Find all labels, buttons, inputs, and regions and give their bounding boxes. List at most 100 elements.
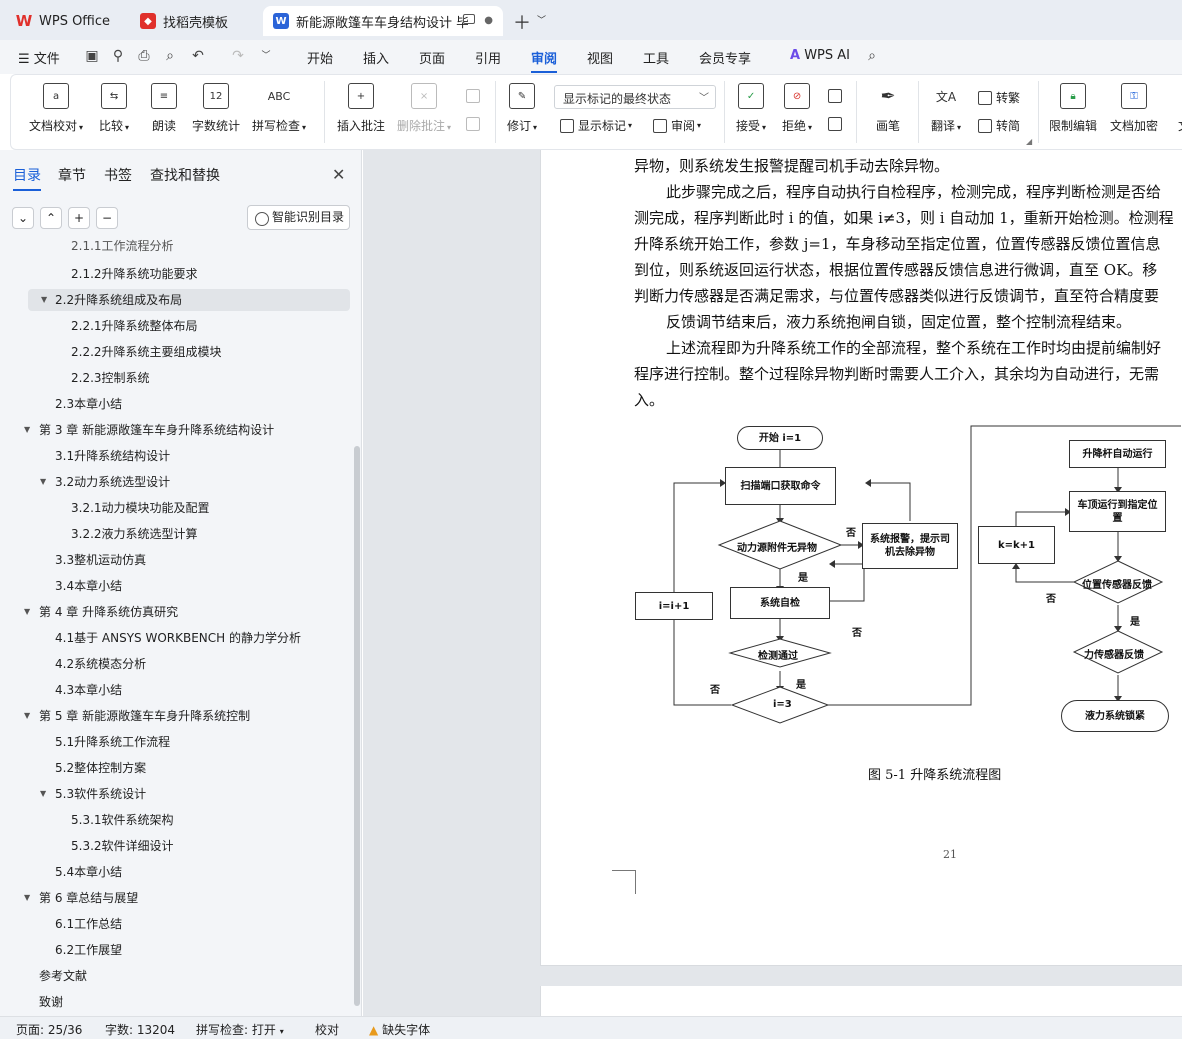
toc-item[interactable]: 2.3本章小结 [55, 393, 122, 415]
toc-item[interactable]: 2.2.2升降系统主要组成模块 [71, 341, 222, 363]
print-preview-icon[interactable]: ⌕ [162, 48, 178, 64]
toc-item[interactable]: 5.1升降系统工作流程 [55, 731, 170, 753]
page-indicator[interactable]: 页面: 25/36 [16, 1021, 82, 1038]
toc-item[interactable]: 致谢 [39, 991, 63, 1013]
toc-item[interactable]: 4.3本章小结 [55, 679, 122, 701]
close-panel-icon[interactable]: ✕ [332, 165, 345, 184]
wps-ai-button[interactable]: A WPS AI [790, 48, 850, 63]
to-traditional-button[interactable]: 转繁 [978, 89, 1020, 106]
read-aloud-button[interactable]: ≡ 朗读 [151, 83, 177, 134]
toc-item[interactable]: 5.2整体控制方案 [55, 757, 146, 779]
toc-item[interactable]: 5.3.2软件详细设计 [71, 835, 174, 857]
menu-insert[interactable]: 插入 [363, 48, 389, 67]
translate-button[interactable]: 文A 翻译 ▾ [931, 83, 961, 134]
tab-bookmark[interactable]: 书签 [104, 165, 132, 185]
insert-comment-button[interactable]: + 插入批注 [337, 83, 385, 134]
prev-comment-button[interactable] [466, 89, 484, 103]
toc-item[interactable]: 4.2系统模态分析 [55, 653, 146, 675]
redo-icon[interactable]: ↷ [230, 48, 246, 64]
toc-item[interactable]: 4.1基于 ANSYS WORKBENCH 的静力学分析 [55, 627, 301, 649]
toc-item[interactable]: 5.3.1软件系统架构 [71, 809, 174, 831]
toc-item-chapter[interactable]: ▼ 第 3 章 新能源敞篷车车身升降系统结构设计 [24, 419, 274, 441]
toc-item[interactable]: 6.2工作展望 [55, 939, 122, 961]
caret-down-icon[interactable]: ▼ [24, 601, 30, 623]
caret-down-icon[interactable]: ▼ [24, 887, 30, 909]
toc-item-chapter[interactable]: ▼ 第 5 章 新能源敞篷车车身升降系统控制 [24, 705, 250, 727]
remove-heading-button[interactable]: − [96, 207, 118, 229]
review-pane-button[interactable]: 审阅 ▾ [653, 117, 701, 134]
toc-item[interactable]: 5.4本章小结 [55, 861, 122, 883]
toc-item[interactable]: ▼ 3.2动力系统选型设计 [40, 471, 170, 493]
caret-down-icon[interactable]: ▼ [40, 783, 46, 805]
toc-item[interactable]: 2.2.1升降系统整体布局 [71, 315, 198, 337]
add-heading-button[interactable]: + [68, 207, 90, 229]
missing-font-status[interactable]: ▲ 缺失字体 [369, 1021, 430, 1038]
toc-item[interactable]: 3.2.2液力系统选型计算 [71, 523, 198, 545]
tab-document[interactable]: W 新能源敞篷车车身结构设计 毕 ● [263, 6, 503, 36]
toc-item[interactable]: 参考文献 [39, 965, 87, 987]
next-comment-button[interactable] [466, 117, 484, 131]
undo-icon[interactable]: ↶ [190, 48, 206, 64]
show-markup-button[interactable]: 显示标记 ▾ [560, 117, 632, 134]
menu-tools[interactable]: 工具 [643, 48, 669, 67]
menu-page[interactable]: 页面 [419, 48, 445, 67]
chevron-down-icon[interactable]: ﹀ [537, 13, 546, 26]
menu-review[interactable]: 审阅 [531, 48, 558, 73]
pen-button[interactable]: ✒ 画笔 [875, 83, 901, 134]
toc-item[interactable]: 2.1.2升降系统功能要求 [71, 263, 198, 285]
menu-member[interactable]: 会员专享 [699, 48, 751, 67]
toc-item[interactable]: 3.3整机运动仿真 [55, 549, 146, 571]
save-icon[interactable]: ▣ [84, 48, 100, 64]
close-dot-icon[interactable]: ● [484, 15, 493, 26]
restrict-edit-button[interactable]: 🔒︎ 限制编辑 [1049, 83, 1097, 134]
prev-revision-button[interactable] [828, 89, 846, 103]
toc-item[interactable]: 6.1工作总结 [55, 913, 122, 935]
new-tab-icon[interactable]: ＋ [513, 9, 531, 35]
tab-wps-office[interactable]: W WPS Office [6, 6, 124, 36]
toc-scrollbar[interactable] [354, 446, 360, 1006]
caret-down-icon[interactable]: ▼ [24, 419, 30, 441]
revise-button[interactable]: ✎ 修订 ▾ [507, 83, 537, 134]
expand-all-button[interactable]: ⌃ [40, 207, 62, 229]
caret-down-icon[interactable]: ▼ [41, 289, 47, 311]
toc-item[interactable]: 2.1.1工作流程分析 [71, 238, 174, 257]
tab-template[interactable]: ◆ 找稻壳模板 [130, 6, 256, 36]
toc-item[interactable]: 2.2.3控制系统 [71, 367, 150, 389]
tab-chapter[interactable]: 章节 [58, 165, 86, 185]
collapse-all-button[interactable]: ⌄ [12, 207, 34, 229]
caret-down-icon[interactable]: ▼ [40, 471, 46, 493]
compare-button[interactable]: ⇆ 比较 ▾ [99, 83, 129, 134]
print-icon[interactable]: ⎙ [136, 48, 152, 64]
word-count-button[interactable]: 12 字数统计 [192, 83, 240, 134]
toc-item-selected[interactable]: ▼ 2.2升降系统组成及布局 [28, 289, 350, 311]
encrypt-button[interactable]: ⚿ 文档加密 [1110, 83, 1158, 134]
toc-item[interactable]: 3.4本章小结 [55, 575, 122, 597]
search-icon[interactable]: ⌕ [864, 48, 880, 64]
smart-toc-button[interactable]: 智能识别目录 [247, 205, 350, 230]
reject-button[interactable]: ⊘ 拒绝 ▾ [782, 83, 812, 134]
chevron-down-icon[interactable]: ﹀ [258, 48, 274, 64]
proofread-status[interactable]: 校对 [315, 1021, 339, 1038]
toc-item[interactable]: 3.2.1动力模块功能及配置 [71, 497, 210, 519]
accept-button[interactable]: ✓ 接受 ▾ [736, 83, 766, 134]
spell-check-status[interactable]: 拼写检查: 打开 ▾ [196, 1021, 284, 1038]
share-icon[interactable]: ⚲ [110, 48, 126, 64]
toc-item[interactable]: ▼ 5.3软件系统设计 [40, 783, 146, 805]
next-revision-button[interactable] [828, 117, 846, 131]
menu-view[interactable]: 视图 [587, 48, 613, 67]
caret-down-icon[interactable]: ▼ [24, 705, 30, 727]
spell-check-button[interactable]: ABC 拼写检查 ▾ [252, 83, 306, 134]
toc-item-chapter[interactable]: ▼ 第 4 章 升降系统仿真研究 [24, 601, 178, 623]
tab-find-replace[interactable]: 查找和替换 [150, 165, 220, 185]
doc-check-button[interactable]: a 文档校对 ▾ [29, 83, 83, 134]
tab-toc[interactable]: 目录 [13, 165, 41, 191]
menu-reference[interactable]: 引用 [475, 48, 501, 67]
expand-icon[interactable]: ◢ [1026, 137, 1032, 146]
file-menu[interactable]: ☰ 文件 [18, 48, 60, 67]
monitor-icon[interactable] [463, 14, 475, 24]
toc-item-chapter[interactable]: ▼ 第 6 章总结与展望 [24, 887, 138, 909]
more-button[interactable]: 文 [1171, 83, 1182, 134]
word-count-status[interactable]: 字数: 13204 [105, 1021, 175, 1038]
menu-start[interactable]: 开始 [307, 48, 333, 67]
toc-item[interactable]: 3.1升降系统结构设计 [55, 445, 170, 467]
